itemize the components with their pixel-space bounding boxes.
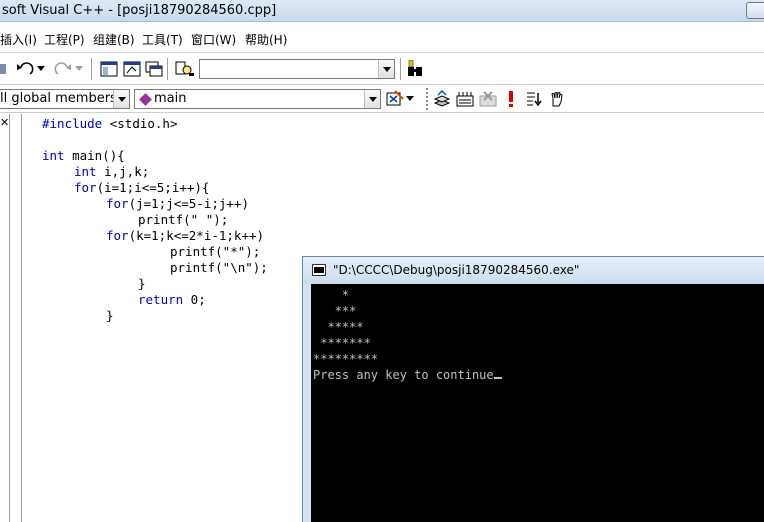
output-line: *** — [313, 304, 357, 318]
workspace-pane: ✕ — [0, 114, 22, 522]
menu-build[interactable]: 组建(B) — [93, 31, 135, 48]
chevron-down-icon[interactable] — [378, 60, 394, 78]
chevron-down-icon[interactable] — [113, 90, 129, 108]
wizardbar-icon[interactable] — [384, 88, 406, 110]
prompt-text: Press any key to continue — [313, 368, 494, 382]
console-icon — [312, 264, 326, 276]
close-icon[interactable]: ✕ — [0, 116, 9, 129]
code-line: printf("\n"); — [170, 260, 268, 275]
member-combo[interactable]: main — [134, 89, 381, 109]
execute-icon[interactable] — [500, 88, 522, 110]
class-combo[interactable]: ll global members — [0, 89, 130, 109]
code-line: for(k=1;k<=2*i-1;k++) — [106, 228, 265, 243]
code-line: for(j=1;j<=5-i;j++) — [106, 196, 249, 211]
console-title-bar[interactable]: "D:\CCCC\Debug\posji18790284560.exe" — [303, 257, 764, 284]
output-line: ***** — [313, 320, 364, 334]
menu-project[interactable]: 工程(P) — [44, 31, 85, 48]
console-output[interactable]: * *** ***** ******* ********* Press any … — [311, 284, 764, 522]
code-line: int i,j,k; — [74, 164, 150, 179]
build-icon[interactable] — [454, 88, 476, 110]
output-line-prompt: Press any key to continue — [313, 368, 502, 382]
output-icon[interactable] — [121, 58, 143, 80]
output-line: ********* — [313, 352, 379, 366]
code-line: printf("*"); — [170, 244, 261, 259]
output-line: * — [313, 288, 350, 302]
redo-icon[interactable] — [52, 58, 74, 80]
find-combo[interactable] — [199, 59, 395, 79]
code-line: int main(){ — [42, 148, 125, 163]
output-line: ******* — [313, 336, 371, 350]
code-line: } — [138, 276, 146, 291]
stop-build-icon[interactable] — [477, 88, 499, 110]
text-cursor — [493, 377, 502, 379]
class-combo-value: ll global members — [0, 91, 117, 106]
find-icon[interactable] — [405, 58, 427, 80]
find-in-files-icon[interactable] — [174, 58, 196, 80]
title-bar: soft Visual C++ - [posji18790284560.cpp] — [0, 0, 764, 22]
code-line: for(i=1;i<=5;i++){ — [74, 180, 210, 195]
member-icon — [139, 93, 152, 106]
toolbar-separator — [400, 58, 402, 80]
chevron-down-icon[interactable] — [364, 90, 380, 108]
go-icon[interactable] — [523, 88, 545, 110]
member-combo-value: main — [154, 91, 187, 106]
toolbar-separator — [167, 58, 169, 80]
menu-help[interactable]: 帮助(H) — [245, 31, 287, 48]
code-line: } — [106, 308, 114, 323]
breakpoint-icon[interactable] — [546, 88, 568, 110]
toolbar-separator — [91, 58, 93, 80]
undo-icon[interactable] — [14, 58, 36, 80]
menu-window[interactable]: 窗口(W) — [191, 31, 236, 48]
menu-insert[interactable]: 插入(I) — [0, 31, 37, 48]
windows-icon[interactable] — [143, 58, 165, 80]
code-line: #include <stdio.h> — [42, 116, 178, 131]
pane-divider — [9, 114, 11, 522]
console-title: "D:\CCCC\Debug\posji18790284560.exe" — [333, 263, 580, 277]
window-title: soft Visual C++ - [posji18790284560.cpp] — [2, 3, 277, 18]
minimize-button[interactable] — [746, 2, 764, 19]
undo-dropdown-icon[interactable] — [35, 58, 47, 80]
console-window[interactable]: "D:\CCCC\Debug\posji18790284560.exe" * *… — [302, 256, 764, 522]
compile-icon[interactable] — [431, 88, 453, 110]
code-line: return 0; — [138, 292, 206, 307]
code-line: printf(" "); — [138, 212, 229, 227]
menu-tools[interactable]: 工具(T) — [142, 31, 183, 48]
redo-dropdown-icon[interactable] — [73, 58, 85, 80]
toolbar-icon-partial[interactable] — [0, 58, 8, 80]
workspace-icon[interactable] — [98, 58, 120, 80]
wizard-toolbar: ll global members main — [0, 86, 764, 113]
wizardbar-dropdown-icon[interactable] — [404, 88, 416, 110]
menu-bar: 插入(I) 工程(P) 组建(B) 工具(T) 窗口(W) 帮助(H) — [0, 23, 764, 53]
standard-toolbar — [0, 54, 764, 85]
